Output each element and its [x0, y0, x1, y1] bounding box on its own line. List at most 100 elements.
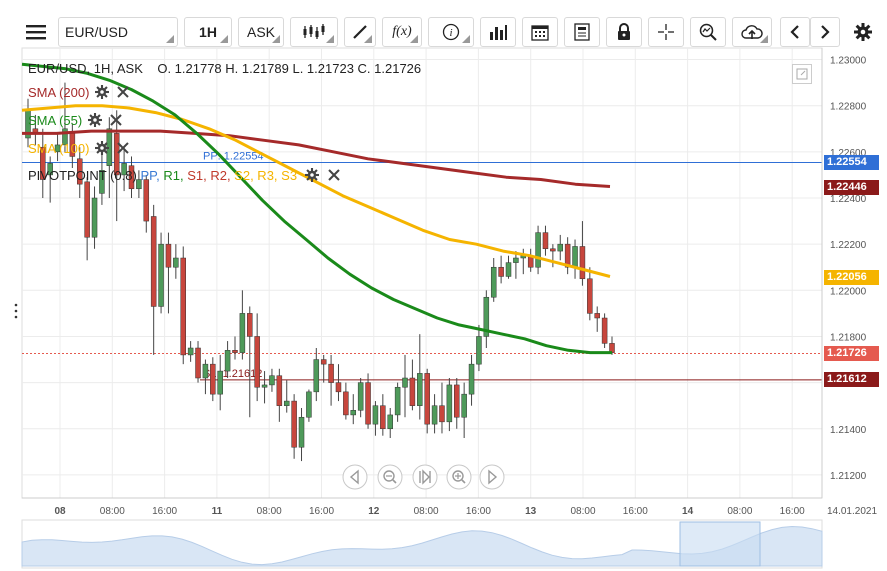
- candle-body: [217, 370, 223, 395]
- scroll-left-icon[interactable]: [342, 464, 368, 490]
- indicator-close-icon[interactable]: [110, 114, 122, 129]
- candle-body: [542, 232, 549, 250]
- pivot-settings-icon[interactable]: [304, 168, 319, 185]
- price-chart[interactable]: PP: 1.22554S1: 1.21612 1.230001.228001.2…: [0, 0, 887, 571]
- candle-body: [461, 393, 467, 418]
- time-axis-tick: 14.01.2021: [827, 506, 877, 517]
- candle-body: [417, 373, 423, 406]
- time-axis-tick: 08:00: [570, 506, 595, 517]
- nav-control-circle: [479, 464, 505, 490]
- candle-body: [143, 179, 150, 222]
- candle-body: [394, 386, 401, 416]
- expand-icon: [793, 68, 811, 87]
- candle-body: [579, 246, 586, 280]
- candle-body: [283, 400, 290, 406]
- pivot-legend: PIVOTPOINT (0.8) PP, R1, S1, R2, S2, R3,…: [28, 168, 341, 185]
- time-axis-tick: 13: [525, 506, 537, 517]
- candle-body: [439, 405, 445, 423]
- indicator-settings-icon[interactable]: [95, 141, 110, 158]
- indicator-label[interactable]: SMA (100): [28, 141, 89, 156]
- candle-body: [239, 313, 246, 353]
- candle-body: [572, 246, 578, 268]
- scroll-right-icon[interactable]: [479, 464, 505, 490]
- price-axis-tick: 1.21200: [830, 471, 867, 482]
- pivot-close-icon[interactable]: [328, 169, 341, 184]
- candle-body: [335, 382, 342, 393]
- candle-body: [365, 382, 371, 425]
- pivot-parts: PP, R1, S1, R2, S2, R3, S3: [140, 168, 297, 183]
- indicator-legend-row: SMA (200): [28, 85, 130, 102]
- candle-body: [402, 377, 408, 388]
- indicator-legend-row: SMA (100): [28, 141, 130, 158]
- candle-body: [202, 363, 209, 379]
- indicator-close-icon[interactable]: [117, 142, 130, 157]
- price-axis-tick: 1.21800: [830, 332, 867, 343]
- pivot-level-label: S2,: [230, 168, 254, 183]
- candle-body: [424, 373, 430, 425]
- candle-body: [173, 257, 179, 268]
- candle-body: [601, 317, 608, 344]
- candle-body: [269, 375, 275, 386]
- candle-body: [291, 400, 297, 448]
- candle-body: [380, 405, 386, 430]
- candle-body: [587, 278, 593, 314]
- time-axis-tick: 08:00: [727, 506, 752, 517]
- candle-body: [372, 405, 379, 425]
- candle-body: [468, 363, 475, 395]
- time-axis-tick: 16:00: [623, 506, 648, 517]
- zoom-in-icon[interactable]: [446, 464, 472, 490]
- price-tag: 1.21726: [824, 346, 879, 362]
- time-axis-tick: 08:00: [100, 506, 125, 517]
- candle-body: [261, 384, 268, 388]
- nav-control-circle: [342, 464, 368, 490]
- candle-body: [490, 266, 497, 298]
- candle-body: [476, 336, 482, 365]
- candle-body: [180, 257, 186, 356]
- candle-body: [306, 391, 312, 418]
- price-axis-tick: 1.23000: [830, 56, 867, 67]
- price-axis-tick: 1.22800: [830, 102, 867, 113]
- navigator-window[interactable]: [679, 521, 761, 567]
- candle-body: [298, 416, 305, 448]
- price-tag: 1.21612: [824, 372, 879, 388]
- pivot-label: PIVOTPOINT (0.8): [28, 168, 137, 183]
- candle-body: [409, 377, 416, 406]
- time-axis-tick: 16:00: [309, 506, 334, 517]
- candle-body: [276, 375, 283, 406]
- time-axis-tick: 08:00: [257, 506, 282, 517]
- chart-header: EUR/USD, 1H, ASK O. 1.21778 H. 1.21789 L…: [28, 61, 421, 76]
- pivot-level-label: R1,: [159, 168, 184, 183]
- time-axis-tick: 14: [682, 506, 694, 517]
- pivot-level-label: S3: [277, 168, 298, 183]
- candle-body: [313, 359, 320, 393]
- price-axis-tick: 1.22400: [830, 194, 867, 205]
- time-axis-tick: 16:00: [466, 506, 491, 517]
- candle-body: [431, 405, 438, 425]
- candle-body: [84, 181, 90, 238]
- indicator-settings-icon[interactable]: [95, 85, 110, 102]
- candle-body: [350, 410, 357, 416]
- indicator-settings-icon[interactable]: [88, 113, 103, 130]
- price-tag: 1.22554: [824, 154, 879, 170]
- side-drag-handle[interactable]: [14, 302, 18, 320]
- pivot-level-label: PP,: [140, 168, 160, 183]
- indicator-label[interactable]: SMA (55): [28, 113, 82, 128]
- price-axis-tick: 1.22000: [830, 286, 867, 297]
- time-axis-tick: 12: [368, 506, 380, 517]
- pivot-pp-label: PP: 1.22554: [203, 150, 264, 162]
- candle-body: [594, 313, 600, 319]
- time-axis-tick: 08: [54, 506, 66, 517]
- zoom-out-icon[interactable]: [377, 464, 403, 490]
- time-axis-tick: 11: [212, 506, 223, 517]
- pivot-level-label: S1,: [183, 168, 207, 183]
- ohlc-readout: O. 1.21778 H. 1.21789 L. 1.21723 C. 1.21…: [157, 61, 422, 76]
- candle-body: [513, 257, 519, 263]
- reset-icon[interactable]: [412, 464, 438, 490]
- candle-body: [254, 336, 260, 388]
- plot-area: [21, 47, 823, 499]
- indicator-label[interactable]: SMA (200): [28, 85, 89, 100]
- candle-body: [446, 384, 453, 423]
- indicator-close-icon[interactable]: [117, 86, 130, 101]
- maximize-button[interactable]: [792, 64, 812, 84]
- candle-body: [505, 262, 512, 277]
